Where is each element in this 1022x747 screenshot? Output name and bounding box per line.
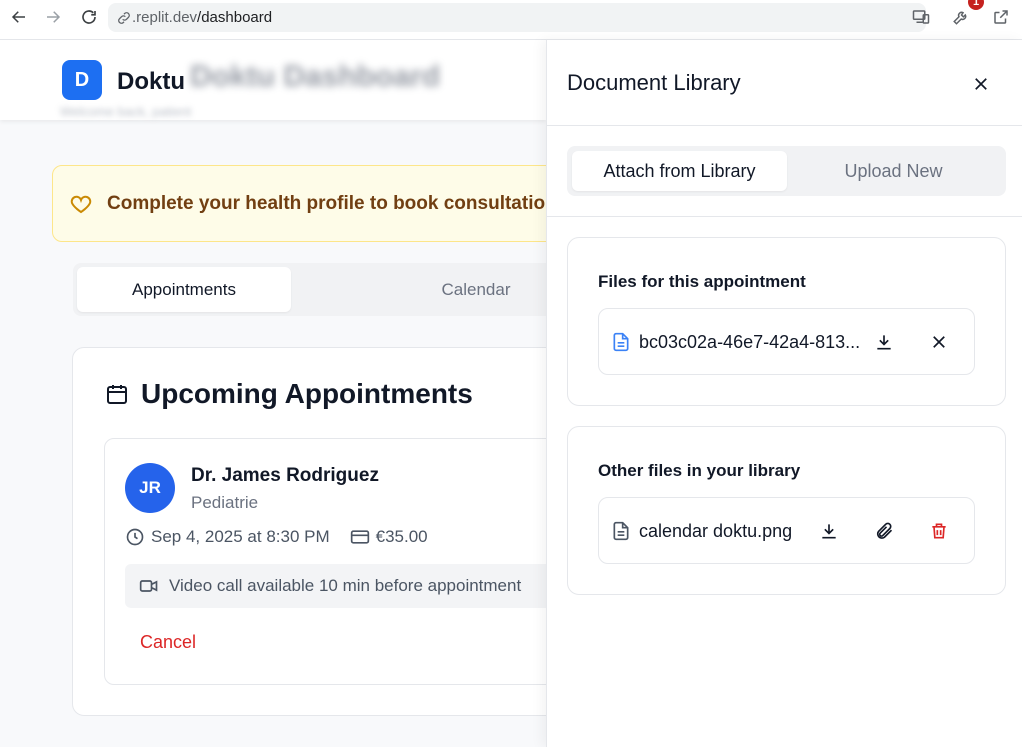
- attach-paperclip-icon[interactable]: [871, 518, 897, 544]
- doctor-name: Dr. James Rodriguez: [191, 465, 379, 486]
- page-title-blurred: Doktu Dashboard: [190, 60, 441, 93]
- heart-icon: [70, 195, 92, 213]
- library-files-title: Other files in your library: [598, 461, 801, 480]
- tab-appointments[interactable]: Appointments: [77, 267, 291, 312]
- dashboard-tabs: Appointments Calendar: [73, 263, 573, 316]
- cancel-button[interactable]: Cancel: [140, 632, 196, 653]
- clock-icon: [126, 528, 144, 546]
- appointment-card: JR Dr. James Rodriguez Pediatrie Sep 4, …: [104, 438, 575, 685]
- url-path: /dashboard: [197, 9, 273, 26]
- panel-title: Document Library: [567, 70, 741, 95]
- site-info-icon[interactable]: [116, 10, 132, 26]
- banner-text: Complete your health profile to book con…: [107, 192, 568, 214]
- app-header: Doktu Dashboard Welcome back, patient D …: [0, 40, 546, 120]
- address-bar[interactable]: .replit.dev/dashboard: [108, 3, 926, 32]
- open-external-icon[interactable]: [984, 0, 1018, 34]
- extension-badge: 1: [968, 0, 984, 10]
- appointment-files-title: Files for this appointment: [598, 272, 806, 291]
- logo[interactable]: D: [62, 60, 102, 100]
- back-icon[interactable]: [2, 0, 36, 34]
- section-title: Upcoming Appointments: [141, 378, 473, 409]
- appointment-files-section: Files for this appointment bc03c02a-46e7…: [567, 237, 1006, 406]
- library-tabs: Attach from Library Upload New: [567, 146, 1006, 196]
- doctor-specialty: Pediatrie: [191, 493, 259, 512]
- brand-name[interactable]: Doktu: [117, 68, 185, 96]
- file-name: calendar doktu.png: [639, 521, 793, 541]
- download-icon[interactable]: [816, 518, 842, 544]
- tab-attach-from-library[interactable]: Attach from Library: [572, 151, 787, 191]
- page-subtitle-blurred: Welcome back, patient: [60, 104, 192, 119]
- profile-banner: Complete your health profile to book con…: [52, 165, 572, 242]
- appointment-price: €35.00: [375, 527, 428, 546]
- close-icon[interactable]: [969, 72, 993, 96]
- divider: [547, 216, 1022, 217]
- trash-icon[interactable]: [926, 518, 952, 544]
- library-files-section: Other files in your library calendar dok…: [567, 426, 1006, 595]
- extension-icon[interactable]: 1: [944, 0, 984, 34]
- upcoming-appointments-card: Upcoming Appointments JR Dr. James Rodri…: [72, 347, 575, 716]
- file-row: bc03c02a-46e7-42a4-813...: [598, 308, 975, 375]
- avatar: JR: [125, 463, 175, 513]
- file-row: calendar doktu.png: [598, 497, 975, 564]
- reload-icon[interactable]: [72, 0, 106, 34]
- video-note-text: Video call available 10 min before appoi…: [169, 576, 522, 595]
- file-name: bc03c02a-46e7-42a4-813...: [639, 332, 861, 352]
- devices-icon[interactable]: [904, 0, 938, 34]
- credit-card-icon: [350, 530, 369, 544]
- url-host: .replit.dev: [132, 9, 198, 26]
- download-icon[interactable]: [871, 329, 897, 355]
- tab-upload-new[interactable]: Upload New: [786, 151, 1001, 191]
- video-call-note: Video call available 10 min before appoi…: [125, 564, 575, 608]
- browser-toolbar: .replit.dev/dashboard 1: [0, 0, 1022, 40]
- document-library-panel: Document Library Attach from Library Upl…: [546, 40, 1022, 747]
- appointment-datetime: Sep 4, 2025 at 8:30 PM: [151, 527, 330, 546]
- video-icon: [139, 580, 158, 592]
- file-icon: [613, 521, 629, 541]
- forward-icon[interactable]: [36, 0, 70, 34]
- calendar-icon: [107, 385, 127, 404]
- remove-icon[interactable]: [926, 329, 952, 355]
- file-icon: [613, 332, 629, 352]
- panel-header: Document Library: [547, 40, 1022, 126]
